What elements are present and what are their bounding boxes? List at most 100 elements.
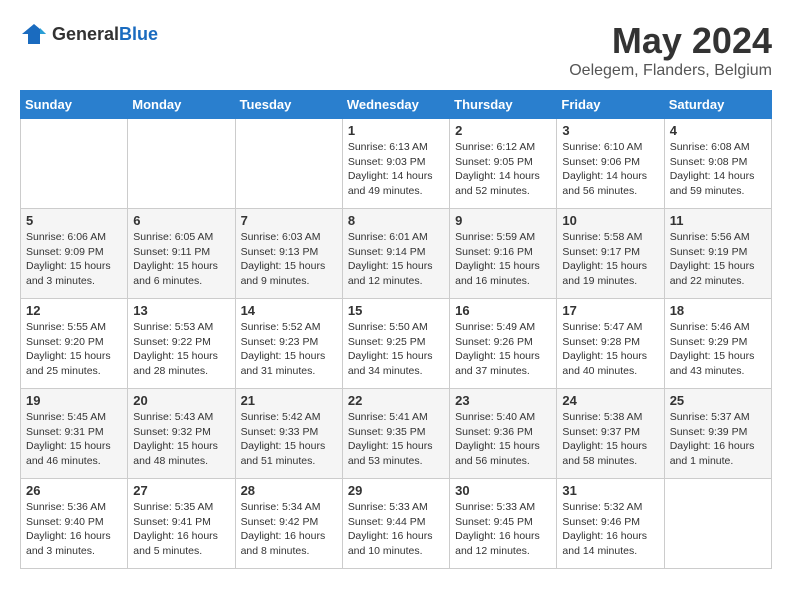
cell-3-4: 23 Sunrise: 5:40 AM Sunset: 9:36 PM Dayli… (450, 389, 557, 479)
day-info-3-6: Sunrise: 5:37 AM Sunset: 9:39 PM Dayligh… (670, 410, 766, 469)
cell-3-6: 25Sunrise: 5:37 AM Sunset: 9:39 PM Dayli… (664, 389, 771, 479)
day-info-2-6: Sunrise: 5:46 AM Sunset: 9:29 PM Dayligh… (670, 320, 766, 379)
day-info-3-1: Sunrise: 5:43 AM Sunset: 9:32 PM Dayligh… (133, 410, 229, 469)
day-number-4-2: 28 (241, 483, 337, 498)
day-info-1-3: Sunrise: 6:01 AM Sunset: 9:14 PM Dayligh… (348, 230, 444, 289)
cell-1-4: 9 Sunrise: 5:59 AM Sunset: 9:16 PM Daylig… (450, 209, 557, 299)
logo-blue: Blue (119, 24, 158, 44)
day-number-4-5: 31 (562, 483, 658, 498)
cell-4-3: 29Sunrise: 5:33 AM Sunset: 9:44 PM Dayli… (342, 479, 449, 569)
cell-4-4: 30 Sunrise: 5:33 AM Sunset: 9:45 PM Dayli… (450, 479, 557, 569)
day-info-2-1: Sunrise: 5:53 AM Sunset: 9:22 PM Dayligh… (133, 320, 229, 379)
day-info-1-2: Sunrise: 6:03 AM Sunset: 9:13 PM Dayligh… (241, 230, 337, 289)
cell-2-5: 17 Sunrise: 5:47 AM Sunset: 9:28 PM Dayli… (557, 299, 664, 389)
cell-4-0: 26Sunrise: 5:36 AM Sunset: 9:40 PM Dayli… (21, 479, 128, 569)
cell-1-1: 6Sunrise: 6:05 AM Sunset: 9:11 PM Daylig… (128, 209, 235, 299)
day-number-3-1: 20 (133, 393, 229, 408)
header-tuesday: Tuesday (235, 91, 342, 119)
day-info-1-5: Sunrise: 5:58 AM Sunset: 9:17 PM Dayligh… (562, 230, 658, 289)
day-number-2-5: 17 (562, 303, 658, 318)
week-row-4: 26Sunrise: 5:36 AM Sunset: 9:40 PM Dayli… (21, 479, 772, 569)
day-info-4-2: Sunrise: 5:34 AM Sunset: 9:42 PM Dayligh… (241, 500, 337, 559)
header-thursday: Thursday (450, 91, 557, 119)
day-info-0-4: Sunrise: 6:12 AM Sunset: 9:05 PM Dayligh… (455, 140, 551, 199)
day-number-1-3: 8 (348, 213, 444, 228)
day-info-2-2: Sunrise: 5:52 AM Sunset: 9:23 PM Dayligh… (241, 320, 337, 379)
day-number-2-6: 18 (670, 303, 766, 318)
cell-2-2: 14 Sunrise: 5:52 AM Sunset: 9:23 PM Dayli… (235, 299, 342, 389)
cell-1-6: 11 Sunrise: 5:56 AM Sunset: 9:19 PM Dayli… (664, 209, 771, 299)
day-info-4-3: Sunrise: 5:33 AM Sunset: 9:44 PM Dayligh… (348, 500, 444, 559)
day-number-1-2: 7 (241, 213, 337, 228)
header-friday: Friday (557, 91, 664, 119)
day-info-1-6: Sunrise: 5:56 AM Sunset: 9:19 PM Dayligh… (670, 230, 766, 289)
day-info-2-3: Sunrise: 5:50 AM Sunset: 9:25 PM Dayligh… (348, 320, 444, 379)
day-number-2-2: 14 (241, 303, 337, 318)
day-info-1-0: Sunrise: 6:06 AM Sunset: 9:09 PM Dayligh… (26, 230, 122, 289)
day-number-0-4: 2 (455, 123, 551, 138)
day-info-0-3: Sunrise: 6:13 AM Sunset: 9:03 PM Dayligh… (348, 140, 444, 199)
logo-general: General (52, 24, 119, 44)
cell-0-2 (235, 119, 342, 209)
day-info-0-5: Sunrise: 6:10 AM Sunset: 9:06 PM Dayligh… (562, 140, 658, 199)
day-info-3-5: Sunrise: 5:38 AM Sunset: 9:37 PM Dayligh… (562, 410, 658, 469)
logo: GeneralBlue (20, 20, 158, 48)
cell-2-1: 13 Sunrise: 5:53 AM Sunset: 9:22 PM Dayli… (128, 299, 235, 389)
day-info-1-1: Sunrise: 6:05 AM Sunset: 9:11 PM Dayligh… (133, 230, 229, 289)
cell-4-5: 31Sunrise: 5:32 AM Sunset: 9:46 PM Dayli… (557, 479, 664, 569)
day-info-3-4: Sunrise: 5:40 AM Sunset: 9:36 PM Dayligh… (455, 410, 551, 469)
header-sunday: Sunday (21, 91, 128, 119)
day-number-3-0: 19 (26, 393, 122, 408)
cell-0-0 (21, 119, 128, 209)
cell-0-5: 3 Sunrise: 6:10 AM Sunset: 9:06 PM Daylig… (557, 119, 664, 209)
day-number-2-4: 16 (455, 303, 551, 318)
day-number-0-3: 1 (348, 123, 444, 138)
day-info-2-0: Sunrise: 5:55 AM Sunset: 9:20 PM Dayligh… (26, 320, 122, 379)
header-wednesday: Wednesday (342, 91, 449, 119)
day-number-4-4: 30 (455, 483, 551, 498)
calendar-table: Sunday Monday Tuesday Wednesday Thursday… (20, 90, 772, 569)
day-number-3-4: 23 (455, 393, 551, 408)
cell-2-3: 15Sunrise: 5:50 AM Sunset: 9:25 PM Dayli… (342, 299, 449, 389)
cell-3-2: 21 Sunrise: 5:42 AM Sunset: 9:33 PM Dayli… (235, 389, 342, 479)
cell-4-6 (664, 479, 771, 569)
cell-3-5: 24 Sunrise: 5:38 AM Sunset: 9:37 PM Dayli… (557, 389, 664, 479)
day-number-1-0: 5 (26, 213, 122, 228)
day-number-0-6: 4 (670, 123, 766, 138)
day-info-1-4: Sunrise: 5:59 AM Sunset: 9:16 PM Dayligh… (455, 230, 551, 289)
header-saturday: Saturday (664, 91, 771, 119)
day-info-2-4: Sunrise: 5:49 AM Sunset: 9:26 PM Dayligh… (455, 320, 551, 379)
day-number-2-1: 13 (133, 303, 229, 318)
week-row-2: 12 Sunrise: 5:55 AM Sunset: 9:20 PM Dayli… (21, 299, 772, 389)
day-number-3-3: 22 (348, 393, 444, 408)
day-number-4-0: 26 (26, 483, 122, 498)
logo-text: GeneralBlue (52, 24, 158, 45)
cell-2-0: 12 Sunrise: 5:55 AM Sunset: 9:20 PM Dayli… (21, 299, 128, 389)
logo-icon (20, 20, 48, 48)
cell-1-0: 5 Sunrise: 6:06 AM Sunset: 9:09 PM Daylig… (21, 209, 128, 299)
cell-1-5: 10Sunrise: 5:58 AM Sunset: 9:17 PM Dayli… (557, 209, 664, 299)
cell-2-4: 16 Sunrise: 5:49 AM Sunset: 9:26 PM Dayli… (450, 299, 557, 389)
cell-4-1: 27Sunrise: 5:35 AM Sunset: 9:41 PM Dayli… (128, 479, 235, 569)
cell-0-1 (128, 119, 235, 209)
calendar-body: 1 Sunrise: 6:13 AM Sunset: 9:03 PM Daylig… (21, 119, 772, 569)
cell-0-6: 4Sunrise: 6:08 AM Sunset: 9:08 PM Daylig… (664, 119, 771, 209)
cell-0-4: 2 Sunrise: 6:12 AM Sunset: 9:05 PM Daylig… (450, 119, 557, 209)
day-info-4-4: Sunrise: 5:33 AM Sunset: 9:45 PM Dayligh… (455, 500, 551, 559)
title-block: May 2024 Oelegem, Flanders, Belgium (569, 20, 772, 80)
day-info-3-2: Sunrise: 5:42 AM Sunset: 9:33 PM Dayligh… (241, 410, 337, 469)
cell-1-3: 8 Sunrise: 6:01 AM Sunset: 9:14 PM Daylig… (342, 209, 449, 299)
cell-2-6: 18 Sunrise: 5:46 AM Sunset: 9:29 PM Dayli… (664, 299, 771, 389)
day-number-1-4: 9 (455, 213, 551, 228)
day-info-4-1: Sunrise: 5:35 AM Sunset: 9:41 PM Dayligh… (133, 500, 229, 559)
day-number-2-0: 12 (26, 303, 122, 318)
day-number-0-5: 3 (562, 123, 658, 138)
location-title: Oelegem, Flanders, Belgium (569, 62, 772, 80)
day-number-1-6: 11 (670, 213, 766, 228)
day-number-3-2: 21 (241, 393, 337, 408)
cell-3-1: 20 Sunrise: 5:43 AM Sunset: 9:32 PM Dayli… (128, 389, 235, 479)
day-info-3-0: Sunrise: 5:45 AM Sunset: 9:31 PM Dayligh… (26, 410, 122, 469)
day-info-2-5: Sunrise: 5:47 AM Sunset: 9:28 PM Dayligh… (562, 320, 658, 379)
cell-3-3: 22Sunrise: 5:41 AM Sunset: 9:35 PM Dayli… (342, 389, 449, 479)
day-number-3-5: 24 (562, 393, 658, 408)
